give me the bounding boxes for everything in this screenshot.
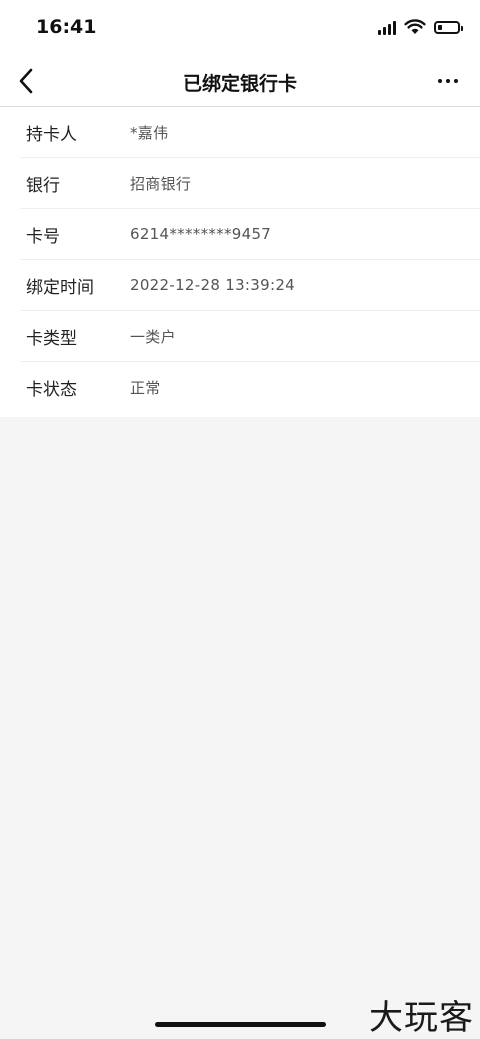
info-row-cardholder: 持卡人 *嘉伟 [20,107,480,158]
wifi-icon [404,19,426,34]
status-time: 16:41 [36,16,97,38]
info-row-card-type: 卡类型 一类户 [20,311,480,362]
info-value: 正常 [130,379,161,397]
info-row-bind-time: 绑定时间 2022-12-28 13:39:24 [20,260,480,311]
card-info-list: 持卡人 *嘉伟 银行 招商银行 卡号 6214********9457 绑定时间… [0,107,480,417]
info-label: 卡类型 [26,328,77,349]
more-button[interactable] [430,66,466,96]
page-title: 已绑定银行卡 [182,73,297,95]
info-label: 卡状态 [26,380,77,400]
info-value: 2022-12-28 13:39:24 [130,276,296,294]
info-value: 招商银行 [130,174,192,193]
more-horizontal-icon [438,79,442,83]
status-bar: 16:41 [0,0,480,56]
battery-icon [434,20,463,34]
info-label: 卡号 [26,226,60,247]
info-row-card-status: 卡状态 正常 [20,362,480,413]
info-row-card-number: 卡号 6214********9457 [20,209,480,260]
signal-icon [378,19,396,35]
home-indicator[interactable] [155,1022,326,1027]
watermark: 大玩客 [369,998,474,1038]
nav-bar: 已绑定银行卡 [0,56,480,107]
info-value: *嘉伟 [130,123,169,142]
status-icons [378,19,463,35]
info-value: 一类户 [130,327,176,346]
info-label: 持卡人 [26,124,77,145]
info-value: 6214********9457 [130,225,272,243]
battery-level [438,24,442,30]
info-label: 银行 [26,175,60,196]
info-label: 绑定时间 [26,277,94,298]
info-row-bank: 银行 招商银行 [20,158,480,209]
